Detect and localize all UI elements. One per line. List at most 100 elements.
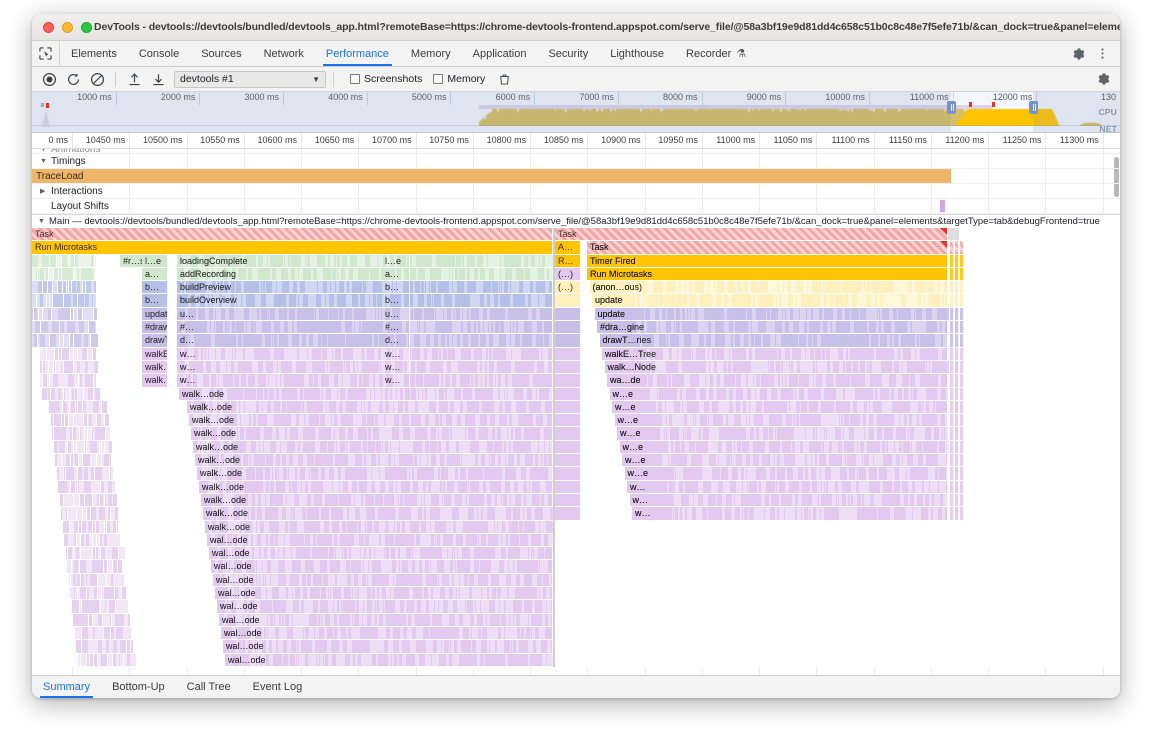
flame-bar[interactable]: (…) [555,281,581,293]
flame-bar[interactable] [950,374,954,386]
flame-bar[interactable] [555,427,581,439]
flame-micro-event[interactable] [39,321,40,333]
flame-bar[interactable] [960,401,964,413]
layout-shift-marker[interactable] [940,200,945,212]
flame-bar[interactable]: b… [142,294,168,306]
flame-bar[interactable] [955,427,959,439]
flame-bar[interactable] [955,321,959,333]
flame-micro-event[interactable] [103,401,107,413]
flame-bar[interactable] [555,467,581,479]
flame-bar[interactable] [950,361,954,373]
flame-bar[interactable] [950,441,954,453]
flame-micro-event[interactable] [102,414,104,426]
flame-micro-event[interactable] [112,481,115,493]
flame-bar[interactable] [950,241,954,253]
flame-micro-event[interactable] [60,255,61,267]
flame-bar[interactable]: a… [142,268,168,280]
flame-micro-event[interactable] [76,481,77,493]
flame-micro-event[interactable] [100,441,101,453]
flame-micro-event[interactable] [43,374,47,386]
flame-bar[interactable] [555,481,581,493]
flame-micro-event[interactable] [80,494,84,506]
flame-micro-event[interactable] [94,361,98,373]
flame-bar[interactable] [960,481,964,493]
flame-micro-event[interactable] [91,255,94,267]
flame-micro-event[interactable] [45,334,49,346]
flame-micro-event[interactable] [97,454,101,466]
flame-micro-event[interactable] [85,427,87,439]
flame-bar[interactable] [555,294,581,306]
flame-bar[interactable] [950,454,954,466]
flame-micro-event[interactable] [50,281,52,293]
flame-bar[interactable] [950,348,954,360]
inspect-element-icon[interactable] [32,41,60,66]
flame-micro-event[interactable] [62,294,63,306]
flame-micro-event[interactable] [74,441,76,453]
flame-micro-event[interactable] [71,255,74,267]
track-row-interactions[interactable]: ▶Interactions [32,184,1120,199]
flame-bar[interactable] [950,321,954,333]
flame-micro-event[interactable] [68,308,70,320]
flame-micro-event[interactable] [45,361,48,373]
flame-micro-event[interactable] [61,388,63,400]
flame-micro-event[interactable] [102,441,104,453]
flame-micro-event[interactable] [36,268,37,280]
flame-micro-event[interactable] [48,374,49,386]
track-row-traceload[interactable]: TraceLoad [32,169,1120,184]
flame-micro-event[interactable] [88,494,92,506]
flame-micro-event[interactable] [98,481,100,493]
flame-bar[interactable] [960,441,964,453]
flame-bar[interactable] [960,414,964,426]
flame-bar[interactable]: b… [142,281,168,293]
flame-micro-event[interactable] [95,321,96,333]
flame-micro-event[interactable] [83,281,85,293]
flame-bar[interactable] [955,454,959,466]
flame-bar[interactable] [955,441,959,453]
flame-bar[interactable]: Task [32,228,553,240]
flame-bar[interactable] [555,361,581,373]
flame-bar[interactable] [960,255,964,267]
flame-micro-event[interactable] [71,308,73,320]
upload-profile-icon[interactable] [123,69,145,89]
flame-micro-event[interactable] [69,281,71,293]
flame-bar[interactable] [555,321,581,333]
flame-micro-event[interactable] [63,281,66,293]
flame-micro-event[interactable] [79,414,83,426]
flame-micro-event[interactable] [92,414,96,426]
flame-micro-event[interactable] [53,255,56,267]
tab-network[interactable]: Network [253,41,315,66]
flame-micro-event[interactable] [68,481,70,493]
flame-micro-event[interactable] [72,481,75,493]
flame-chart[interactable]: TaskTaskRun MicrotasksA…TaskTaskloadingC… [32,228,1120,667]
flame-bar[interactable]: walk…Node [142,361,168,373]
flame-bar[interactable]: A… [555,241,581,253]
flame-bar[interactable] [948,228,960,240]
flame-micro-event[interactable] [105,467,109,479]
tab-console[interactable]: Console [128,41,190,66]
flame-micro-event[interactable] [92,454,96,466]
flame-micro-event[interactable] [34,334,37,346]
flame-bar[interactable]: (…) [555,268,581,280]
flame-bar[interactable] [955,334,959,346]
flame-micro-event[interactable] [40,374,42,386]
flame-bar[interactable] [960,334,964,346]
flame-micro-event[interactable] [71,441,73,453]
flame-bar[interactable] [555,414,581,426]
flame-bar[interactable] [555,441,581,453]
flame-micro-event[interactable] [60,494,63,506]
flame-micro-event[interactable] [93,348,96,360]
flame-micro-event[interactable] [59,348,61,360]
flame-bar[interactable]: update [142,308,168,320]
flame-bar[interactable]: walk…Node [142,374,168,386]
flame-micro-event[interactable] [62,467,63,479]
flame-micro-event[interactable] [70,268,73,280]
tab-recorder[interactable]: Recorder⚗ [675,41,757,66]
flame-micro-event[interactable] [79,454,82,466]
flame-micro-event[interactable] [50,361,53,373]
flame-micro-event[interactable] [54,361,55,373]
flame-micro-event[interactable] [80,388,83,400]
flame-bar[interactable] [555,494,581,506]
flame-bar[interactable]: #drawW…Engine [142,321,168,333]
flame-micro-event[interactable] [70,427,72,439]
flame-micro-event[interactable] [97,494,99,506]
